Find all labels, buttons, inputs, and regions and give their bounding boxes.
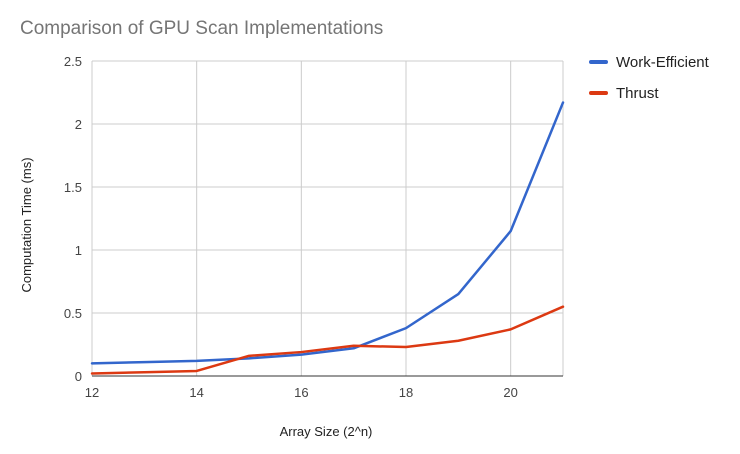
legend: Work-Efficient Thrust	[589, 54, 710, 102]
y-tick-label: 0.5	[64, 306, 82, 321]
y-axis-ticks: 0 0.5 1 1.5 2 2.5	[64, 54, 82, 384]
y-tick-label: 0	[75, 369, 82, 384]
x-axis-ticks: 12 14 16 18 20	[85, 385, 518, 400]
legend-label: Work-Efficient	[616, 54, 710, 71]
y-tick-label: 1	[75, 243, 82, 258]
series-line-thrust	[90, 305, 565, 375]
chart-title: Comparison of GPU Scan Implementations	[20, 18, 383, 39]
series-line-work-efficient	[90, 101, 565, 365]
line-chart: Comparison of GPU Scan Implementations 0…	[19, 18, 710, 439]
series-lines	[90, 101, 565, 375]
y-axis-title: Computation Time (ms)	[19, 157, 34, 292]
x-axis-title: Array Size (2^n)	[280, 424, 373, 439]
x-tick-label: 12	[85, 385, 99, 400]
x-tick-label: 20	[503, 385, 517, 400]
y-tick-label: 2	[75, 117, 82, 132]
grid-lines	[91, 60, 564, 376]
y-tick-label: 2.5	[64, 54, 82, 69]
legend-label: Thrust	[616, 85, 659, 102]
y-tick-label: 1.5	[64, 180, 82, 195]
x-tick-label: 14	[189, 385, 203, 400]
x-tick-label: 16	[294, 385, 308, 400]
x-tick-label: 18	[399, 385, 413, 400]
